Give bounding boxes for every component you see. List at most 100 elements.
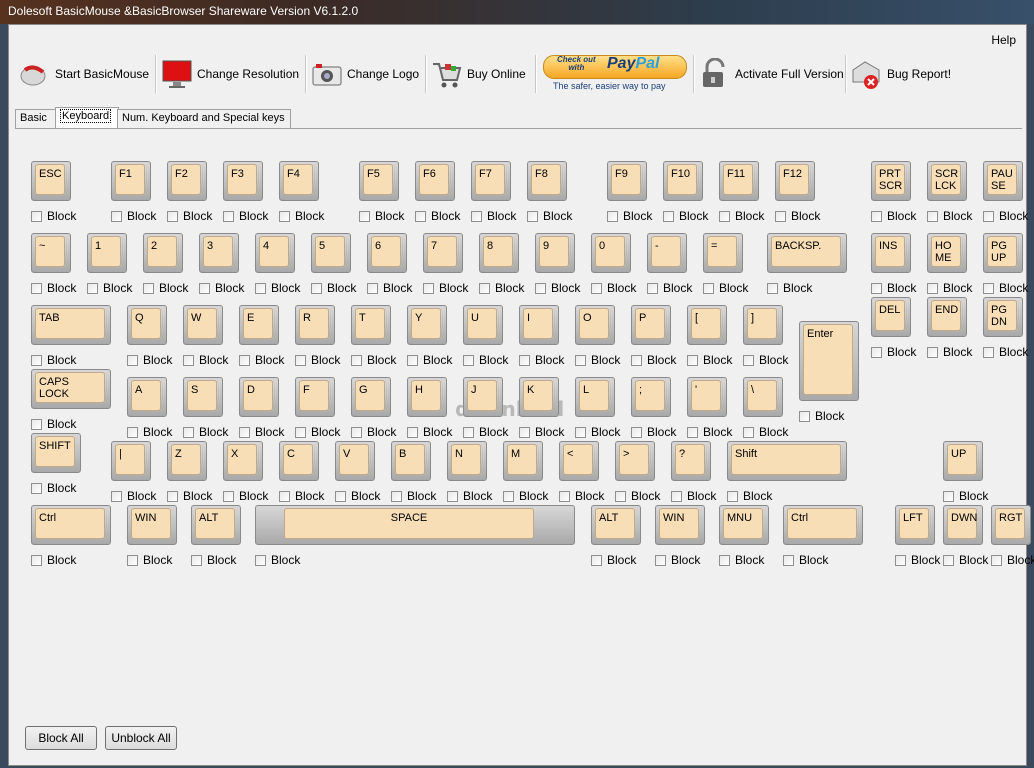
block-checkbox-24[interactable]: Block — [479, 281, 524, 295]
block-checkbox-6[interactable]: Block — [415, 209, 460, 223]
activate-full-version-button[interactable]: Activate Full Version — [699, 51, 844, 97]
block-checkbox-56[interactable]: Block — [407, 425, 452, 439]
block-checkbox-29[interactable]: Block — [767, 281, 812, 295]
checkbox-box[interactable] — [519, 354, 530, 366]
block-checkbox-50[interactable]: Block — [31, 417, 76, 431]
tab-keyboard[interactable]: Keyboard — [55, 107, 119, 130]
key-10[interactable]: F10 — [663, 161, 703, 201]
block-checkbox-57[interactable]: Block — [463, 425, 508, 439]
checkbox-box[interactable] — [351, 426, 362, 438]
block-checkbox-39[interactable]: Block — [407, 353, 452, 367]
tab-num-keyboard-special-keys[interactable]: Num. Keyboard and Special keys — [117, 109, 291, 129]
checkbox-box[interactable] — [359, 210, 370, 222]
checkbox-box[interactable] — [591, 282, 602, 294]
block-checkbox-41[interactable]: Block — [519, 353, 564, 367]
block-checkbox-46[interactable]: Block — [799, 409, 844, 423]
bug-report-button[interactable]: Bug Report! — [851, 51, 951, 97]
checkbox-box[interactable] — [31, 354, 42, 366]
key-82[interactable]: WIN — [655, 505, 705, 545]
key-49[interactable]: PG DN — [983, 297, 1023, 337]
key-76[interactable]: UP — [943, 441, 983, 481]
block-checkbox-69[interactable]: Block — [391, 489, 436, 503]
checkbox-box[interactable] — [191, 554, 202, 566]
block-checkbox-12[interactable]: Block — [775, 209, 820, 223]
checkbox-box[interactable] — [239, 426, 250, 438]
key-9[interactable]: F9 — [607, 161, 647, 201]
block-checkbox-49[interactable]: Block — [983, 345, 1028, 359]
block-checkbox-2[interactable]: Block — [167, 209, 212, 223]
block-checkbox-17[interactable]: Block — [87, 281, 132, 295]
key-77[interactable]: Ctrl — [31, 505, 111, 545]
key-41[interactable]: I — [519, 305, 559, 345]
buy-online-button[interactable]: Buy Online — [431, 51, 526, 97]
checkbox-box[interactable] — [255, 554, 266, 566]
checkbox-box[interactable] — [183, 354, 194, 366]
block-checkbox-45[interactable]: Block — [743, 353, 788, 367]
checkbox-box[interactable] — [407, 354, 418, 366]
checkbox-box[interactable] — [647, 282, 658, 294]
block-checkbox-65[interactable]: Block — [167, 489, 212, 503]
key-5[interactable]: F5 — [359, 161, 399, 201]
checkbox-box[interactable] — [127, 554, 138, 566]
block-checkbox-43[interactable]: Block — [631, 353, 676, 367]
key-72[interactable]: < — [559, 441, 599, 481]
checkbox-box[interactable] — [183, 426, 194, 438]
key-13[interactable]: PRT SCR — [871, 161, 911, 201]
block-checkbox-80[interactable]: Block — [255, 553, 300, 567]
block-checkbox-10[interactable]: Block — [663, 209, 708, 223]
block-checkbox-33[interactable]: Block — [31, 353, 76, 367]
key-79[interactable]: ALT — [191, 505, 241, 545]
block-checkbox-62[interactable]: Block — [743, 425, 788, 439]
key-31[interactable]: HO ME — [927, 233, 967, 273]
key-1[interactable]: F1 — [111, 161, 151, 201]
key-87[interactable]: RGT — [991, 505, 1031, 545]
key-6[interactable]: F6 — [415, 161, 455, 201]
block-checkbox-44[interactable]: Block — [687, 353, 732, 367]
key-48[interactable]: END — [927, 297, 967, 337]
key-47[interactable]: DEL — [871, 297, 911, 337]
block-checkbox-85[interactable]: Block — [895, 553, 940, 567]
block-checkbox-82[interactable]: Block — [655, 553, 700, 567]
block-checkbox-31[interactable]: Block — [927, 281, 972, 295]
checkbox-box[interactable] — [559, 490, 570, 502]
checkbox-box[interactable] — [575, 354, 586, 366]
key-21[interactable]: 5 — [311, 233, 351, 273]
checkbox-box[interactable] — [143, 282, 154, 294]
key-8[interactable]: F8 — [527, 161, 567, 201]
key-80[interactable]: SPACE — [255, 505, 575, 545]
key-29[interactable]: BACKSP. — [767, 233, 847, 273]
checkbox-box[interactable] — [983, 210, 994, 222]
checkbox-box[interactable] — [767, 282, 778, 294]
key-25[interactable]: 9 — [535, 233, 575, 273]
key-2[interactable]: F2 — [167, 161, 207, 201]
checkbox-box[interactable] — [519, 426, 530, 438]
block-checkbox-86[interactable]: Block — [943, 553, 988, 567]
checkbox-box[interactable] — [199, 282, 210, 294]
checkbox-box[interactable] — [279, 490, 290, 502]
key-18[interactable]: 2 — [143, 233, 183, 273]
key-23[interactable]: 7 — [423, 233, 463, 273]
block-checkbox-60[interactable]: Block — [631, 425, 676, 439]
key-52[interactable]: S — [183, 377, 223, 417]
checkbox-box[interactable] — [719, 554, 730, 566]
block-checkbox-38[interactable]: Block — [351, 353, 396, 367]
checkbox-box[interactable] — [535, 282, 546, 294]
key-59[interactable]: L — [575, 377, 615, 417]
block-checkbox-81[interactable]: Block — [591, 553, 636, 567]
key-63[interactable]: SHIFT — [31, 433, 81, 473]
key-3[interactable]: F3 — [223, 161, 263, 201]
checkbox-box[interactable] — [799, 410, 810, 422]
block-all-button[interactable]: Block All — [25, 726, 97, 750]
checkbox-box[interactable] — [671, 490, 682, 502]
checkbox-box[interactable] — [471, 210, 482, 222]
block-checkbox-15[interactable]: Block — [983, 209, 1028, 223]
block-checkbox-48[interactable]: Block — [927, 345, 972, 359]
key-7[interactable]: F7 — [471, 161, 511, 201]
checkbox-box[interactable] — [311, 282, 322, 294]
block-checkbox-9[interactable]: Block — [607, 209, 652, 223]
checkbox-box[interactable] — [223, 490, 234, 502]
key-33[interactable]: TAB — [31, 305, 111, 345]
block-checkbox-70[interactable]: Block — [447, 489, 492, 503]
block-checkbox-61[interactable]: Block — [687, 425, 732, 439]
checkbox-box[interactable] — [615, 490, 626, 502]
